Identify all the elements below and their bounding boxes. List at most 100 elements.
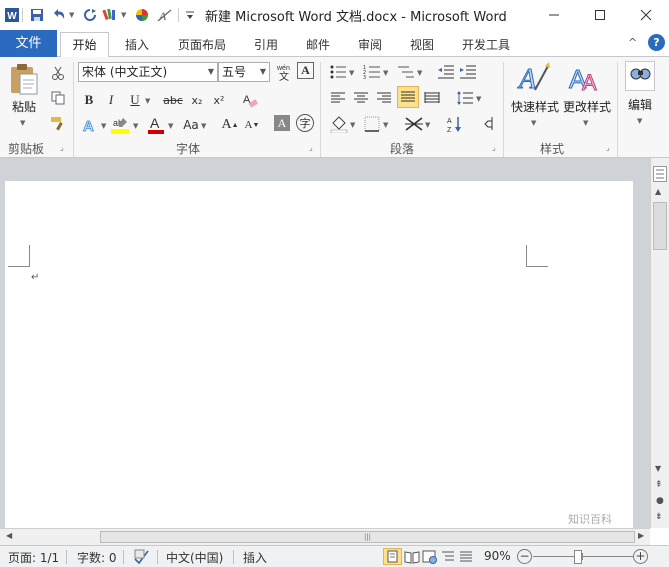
bullets-icon[interactable] — [328, 62, 348, 82]
line-spacing-dropdown-icon[interactable]: ▼ — [476, 95, 481, 103]
change-styles-icon[interactable]: AA — [567, 60, 603, 96]
undo-icon[interactable] — [49, 5, 69, 25]
align-left-icon[interactable] — [328, 88, 348, 108]
superscript-button[interactable]: x² — [209, 90, 229, 110]
status-word-count[interactable]: 字数: 0 — [77, 549, 117, 566]
show-paragraph-marks-icon[interactable] — [479, 114, 499, 134]
tab-home[interactable]: 开始 — [60, 32, 109, 58]
ruler-toggle-icon[interactable] — [653, 166, 667, 182]
numbering-dropdown-icon[interactable]: ▼ — [383, 69, 388, 77]
align-right-icon[interactable] — [374, 88, 394, 108]
vertical-scrollbar[interactable]: ▲ ▼ ⇞ ● ⇟ — [650, 158, 669, 528]
outline-view-icon[interactable] — [440, 549, 456, 565]
status-language[interactable]: 中文(中国) — [166, 549, 223, 566]
chinese-layout-icon[interactable] — [404, 114, 424, 134]
italic-button[interactable]: I — [101, 90, 121, 110]
underline-button[interactable]: U — [125, 90, 145, 110]
change-styles-label[interactable]: 更改样式 — [563, 98, 611, 115]
format-painter-icon[interactable] — [100, 5, 120, 25]
tab-mailings[interactable]: 邮件 — [298, 34, 338, 56]
font-name-combo[interactable]: 宋体 (中文正文) ▼ — [78, 62, 218, 82]
styles-launcher-icon[interactable]: ⌟ — [606, 143, 610, 152]
distributed-icon[interactable] — [422, 88, 442, 108]
underline-dropdown-icon[interactable]: ▼ — [145, 97, 150, 105]
zoom-slider-thumb[interactable] — [574, 550, 582, 564]
print-layout-view-icon[interactable] — [383, 548, 402, 565]
borders-dropdown-icon[interactable]: ▼ — [383, 121, 388, 129]
multilevel-dropdown-icon[interactable]: ▼ — [417, 69, 422, 77]
tab-review[interactable]: 审阅 — [350, 34, 390, 56]
subscript-button[interactable]: x₂ — [187, 90, 207, 110]
change-styles-dropdown-icon[interactable]: ▼ — [583, 119, 588, 127]
paste-dropdown-icon[interactable]: ▼ — [20, 119, 25, 127]
horizontal-scrollbar[interactable]: ◀ ||| ▶ — [0, 528, 650, 545]
find-icon[interactable] — [625, 61, 655, 91]
clear-format-icon[interactable]: A — [155, 5, 175, 25]
previous-page-icon[interactable]: ⇞ — [655, 480, 663, 490]
browse-object-icon[interactable]: ● — [656, 496, 664, 506]
web-layout-view-icon[interactable] — [422, 549, 438, 565]
sort-icon[interactable]: AZ — [445, 114, 465, 134]
quick-styles-icon[interactable]: A — [515, 60, 551, 96]
scroll-down-icon[interactable]: ▼ — [655, 464, 661, 473]
status-insert-mode[interactable]: 插入 — [243, 549, 267, 566]
character-shading-icon[interactable]: A — [274, 115, 290, 131]
phonetic-guide-icon[interactable]: wén 文 — [275, 62, 295, 82]
character-border-icon[interactable]: A — [297, 62, 314, 79]
text-effect-dropdown-icon[interactable]: ▼ — [101, 122, 106, 130]
minimize-icon[interactable] — [531, 0, 577, 30]
tab-view[interactable]: 视图 — [402, 34, 442, 56]
status-page[interactable]: 页面: 1/1 — [8, 549, 59, 566]
change-case-button[interactable]: Aa — [180, 115, 202, 135]
bullets-dropdown-icon[interactable]: ▼ — [349, 69, 354, 77]
text-effect-icon[interactable]: A — [80, 115, 100, 135]
align-center-icon[interactable] — [351, 88, 371, 108]
font-launcher-icon[interactable]: ⌟ — [309, 143, 313, 152]
tab-references[interactable]: 引用 — [246, 34, 286, 56]
tab-developer[interactable]: 开发工具 — [454, 34, 518, 56]
undo-dropdown-icon[interactable]: ▼ — [69, 11, 74, 19]
quick-styles-dropdown-icon[interactable]: ▼ — [531, 119, 536, 127]
color-wheel-icon[interactable] — [132, 5, 152, 25]
maximize-icon[interactable] — [577, 0, 623, 30]
chinese-layout-dropdown-icon[interactable]: ▼ — [425, 121, 430, 129]
customize-icon[interactable] — [180, 5, 200, 25]
save-icon[interactable] — [27, 5, 47, 25]
word-icon[interactable]: W — [2, 5, 22, 25]
zoom-in-icon[interactable]: + — [633, 549, 648, 564]
enclose-characters-icon[interactable]: 字 — [296, 114, 314, 132]
font-size-combo[interactable]: 五号 ▼ — [218, 62, 270, 82]
shrink-font-button[interactable]: A ▼ — [242, 115, 262, 135]
tab-insert[interactable]: 插入 — [117, 34, 157, 56]
editing-dropdown-icon[interactable]: ▼ — [637, 117, 642, 125]
redo-icon[interactable] — [80, 5, 100, 25]
clipboard-launcher-icon[interactable]: ⌟ — [60, 143, 64, 152]
zoom-out-icon[interactable]: − — [517, 549, 532, 564]
shading-icon[interactable] — [329, 114, 349, 134]
tab-file[interactable]: 文件 — [0, 30, 57, 57]
bold-button[interactable]: B — [79, 90, 99, 110]
minimize-ribbon-icon[interactable]: ^ — [628, 36, 637, 49]
tab-page-layout[interactable]: 页面布局 — [170, 34, 234, 56]
justify-icon[interactable] — [397, 86, 419, 108]
next-page-icon[interactable]: ⇟ — [655, 512, 663, 522]
zoom-level[interactable]: 90% — [484, 549, 511, 563]
scroll-up-icon[interactable]: ▲ — [655, 187, 661, 196]
line-spacing-icon[interactable] — [455, 88, 475, 108]
quick-styles-label[interactable]: 快速样式 — [511, 98, 559, 115]
paste-label[interactable]: 粘贴 — [12, 98, 36, 115]
highlight-icon[interactable]: ab — [110, 115, 130, 135]
font-color-dropdown-icon[interactable]: ▼ — [168, 122, 173, 130]
clear-formatting-icon[interactable]: A — [240, 90, 260, 110]
shading-dropdown-icon[interactable]: ▼ — [350, 121, 355, 129]
change-case-dropdown-icon[interactable]: ▼ — [201, 122, 206, 130]
close-icon[interactable] — [623, 0, 669, 30]
copy-icon[interactable] — [48, 88, 68, 108]
reading-view-icon[interactable] — [404, 549, 420, 565]
draft-view-icon[interactable] — [458, 549, 474, 565]
numbering-icon[interactable]: 123 — [362, 62, 382, 82]
help-icon[interactable]: ? — [648, 34, 665, 51]
multilevel-list-icon[interactable] — [396, 62, 416, 82]
decrease-indent-icon[interactable] — [436, 62, 456, 82]
highlight-dropdown-icon[interactable]: ▼ — [133, 122, 138, 130]
